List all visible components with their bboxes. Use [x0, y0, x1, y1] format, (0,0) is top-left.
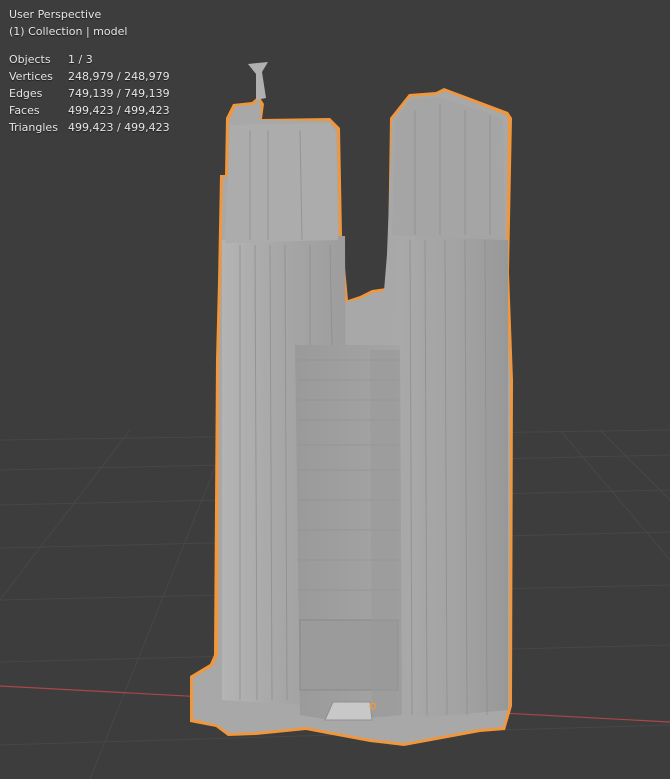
scene-statistics: Objects 1 / 3 Vertices 248,979 / 248,979… [9, 51, 170, 136]
stat-label: Vertices [9, 70, 53, 83]
stat-label: Edges [9, 87, 43, 100]
stat-row-objects: Objects 1 / 3 [9, 51, 170, 68]
stat-value: 248,979 / 248,979 [68, 70, 170, 83]
stat-label: Objects [9, 53, 51, 66]
viewport-header-text: User Perspective (1) Collection | model [9, 6, 127, 40]
collection-label: (1) Collection | model [9, 25, 128, 38]
stat-value: 1 / 3 [68, 53, 93, 66]
stat-value: 499,423 / 499,423 [68, 104, 170, 117]
stat-label: Faces [9, 104, 40, 117]
3d-viewport[interactable]: User Perspective (1) Collection | model … [0, 0, 670, 779]
stat-row-edges: Edges 749,139 / 749,139 [9, 85, 170, 102]
stat-row-faces: Faces 499,423 / 499,423 [9, 102, 170, 119]
stat-row-vertices: Vertices 248,979 / 248,979 [9, 68, 170, 85]
stat-label: Triangles [9, 121, 58, 134]
view-name: User Perspective [9, 8, 102, 21]
building-model[interactable] [190, 62, 513, 746]
stat-value: 499,423 / 499,423 [68, 121, 170, 134]
stat-row-triangles: Triangles 499,423 / 499,423 [9, 119, 170, 136]
stat-value: 749,139 / 749,139 [68, 87, 170, 100]
